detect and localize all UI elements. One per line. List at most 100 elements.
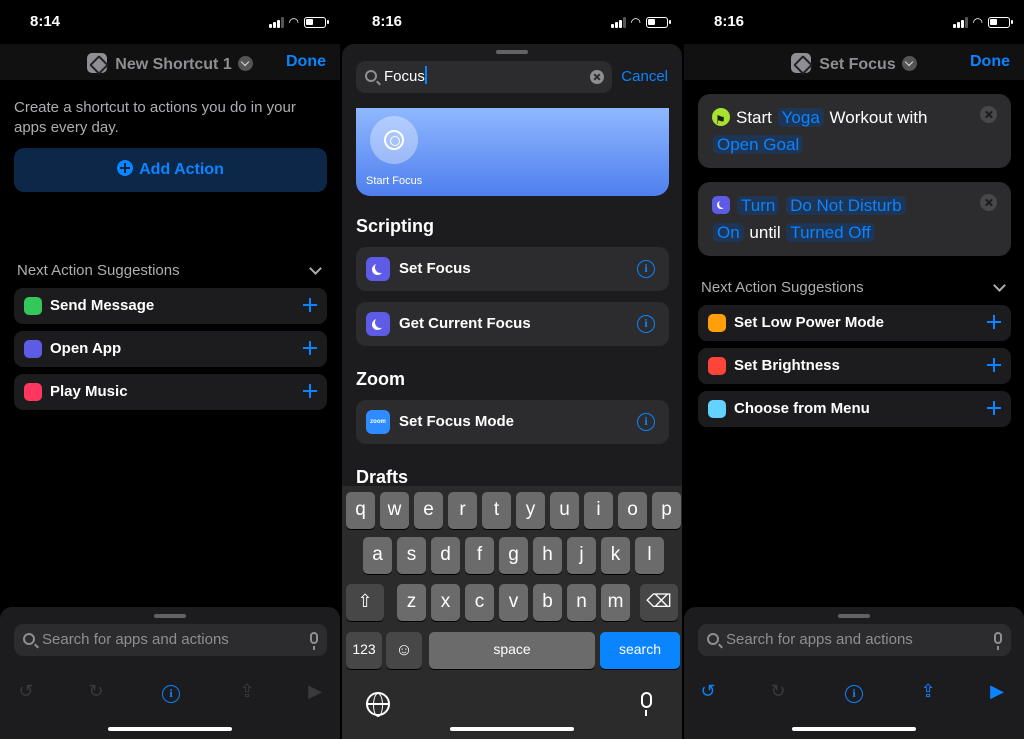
action-label: Get Current Focus [399, 315, 531, 332]
key[interactable]: z [397, 584, 426, 621]
suggestions-header[interactable]: Next Action Suggestions [17, 262, 326, 279]
key[interactable]: c [465, 584, 494, 621]
plus-icon[interactable] [987, 401, 1001, 415]
chevron-down-icon[interactable] [309, 262, 322, 275]
sheet-grabber[interactable] [154, 614, 186, 618]
key[interactable]: w [380, 492, 409, 529]
action-row[interactable]: Get Current Focus i [356, 302, 669, 346]
plus-icon[interactable] [987, 315, 1001, 329]
key[interactable]: q [346, 492, 375, 529]
key[interactable]: e [414, 492, 443, 529]
key[interactable]: b [533, 584, 562, 621]
suggestions-header[interactable]: Next Action Suggestions [701, 279, 1010, 296]
action-text: Workout with [829, 108, 928, 127]
search-key[interactable]: search [600, 632, 680, 669]
key[interactable]: v [499, 584, 528, 621]
microphone-icon[interactable] [310, 632, 318, 650]
until-token[interactable]: Turned Off [786, 223, 875, 242]
shift-key[interactable]: ⇧ [346, 584, 384, 621]
key[interactable]: x [431, 584, 460, 621]
key[interactable]: d [431, 537, 460, 574]
action-block-start-workout[interactable]: Start Yoga Workout with Open Goal [698, 94, 1011, 168]
done-button[interactable]: Done [286, 53, 326, 71]
suggestion-item[interactable]: Set Brightness [698, 348, 1011, 384]
key[interactable]: j [567, 537, 596, 574]
plus-icon[interactable] [303, 341, 317, 355]
status-bar: 8:16 ◠ [684, 0, 1024, 44]
clear-icon[interactable] [590, 70, 604, 84]
operation-token[interactable]: Turn [737, 196, 780, 215]
remove-action-icon[interactable] [980, 106, 997, 123]
start-focus-card[interactable]: Start Focus [356, 108, 669, 196]
search-input[interactable]: Focus [356, 61, 612, 93]
home-indicator[interactable] [792, 727, 916, 731]
key[interactable]: k [601, 537, 630, 574]
action-block-set-focus[interactable]: Turn Do Not Disturb On until Turned Off [698, 182, 1011, 256]
sheet-grabber[interactable] [496, 50, 528, 54]
undo-icon[interactable]: ↺ [14, 679, 38, 703]
info-icon[interactable]: i [637, 315, 655, 333]
info-icon[interactable]: i [842, 679, 866, 703]
action-row[interactable]: zoom Set Focus Mode i [356, 400, 669, 444]
space-key[interactable]: space [429, 632, 595, 669]
suggestion-item[interactable]: Choose from Menu [698, 391, 1011, 427]
suggestion-item[interactable]: Play Music [14, 374, 327, 410]
search-input[interactable]: Search for apps and actions [698, 624, 1011, 656]
chevron-down-icon[interactable] [993, 279, 1006, 292]
suggestion-label: Send Message [50, 297, 155, 314]
key[interactable]: u [550, 492, 579, 529]
run-icon[interactable]: ▶ [303, 679, 327, 703]
focus-token[interactable]: Do Not Disturb [786, 196, 906, 215]
wifi-icon: ◠ [630, 15, 641, 29]
key[interactable]: n [567, 584, 596, 621]
key[interactable]: t [482, 492, 511, 529]
key[interactable]: a [363, 537, 392, 574]
key[interactable]: r [448, 492, 477, 529]
key[interactable]: o [618, 492, 647, 529]
info-icon[interactable]: i [159, 679, 183, 703]
undo-icon[interactable]: ↺ [696, 679, 720, 703]
plus-icon[interactable] [303, 298, 317, 312]
plus-icon[interactable] [987, 358, 1001, 372]
key[interactable]: f [465, 537, 494, 574]
done-button[interactable]: Done [970, 53, 1010, 71]
key[interactable]: g [499, 537, 528, 574]
redo-icon[interactable]: ↻ [766, 679, 790, 703]
workout-type-token[interactable]: Yoga [777, 108, 824, 127]
key[interactable]: i [584, 492, 613, 529]
goal-token[interactable]: Open Goal [713, 135, 804, 154]
key[interactable]: p [652, 492, 681, 529]
run-icon[interactable]: ▶ [985, 679, 1009, 703]
share-icon[interactable]: ⇪ [916, 679, 940, 703]
home-indicator[interactable] [108, 727, 232, 731]
info-icon[interactable]: i [637, 413, 655, 431]
globe-icon[interactable] [366, 692, 390, 717]
suggestions-header-label: Next Action Suggestions [17, 262, 180, 279]
microphone-icon[interactable] [994, 632, 1002, 650]
plus-icon[interactable] [303, 384, 317, 398]
state-token[interactable]: On [713, 223, 744, 242]
backspace-key[interactable]: ⌫ [640, 584, 678, 621]
info-icon[interactable]: i [637, 260, 655, 278]
key[interactable]: h [533, 537, 562, 574]
home-indicator[interactable] [450, 727, 574, 731]
key[interactable]: s [397, 537, 426, 574]
share-icon[interactable]: ⇪ [235, 679, 259, 703]
sheet-grabber[interactable] [838, 614, 870, 618]
add-action-button[interactable]: Add Action [14, 148, 327, 192]
cancel-button[interactable]: Cancel [621, 68, 668, 85]
key[interactable]: l [635, 537, 664, 574]
intro-text: Create a shortcut to actions you do in y… [14, 99, 296, 136]
search-input[interactable]: Search for apps and actions [14, 624, 327, 656]
suggestion-item[interactable]: Send Message [14, 288, 327, 324]
suggestion-item[interactable]: Set Low Power Mode [698, 305, 1011, 341]
suggestion-item[interactable]: Open App [14, 331, 327, 367]
microphone-icon[interactable] [641, 692, 652, 716]
key[interactable]: y [516, 492, 545, 529]
numbers-key[interactable]: 123 [346, 632, 382, 669]
redo-icon[interactable]: ↻ [84, 679, 108, 703]
action-row[interactable]: Set Focus i [356, 247, 669, 291]
key[interactable]: m [601, 584, 630, 621]
remove-action-icon[interactable] [980, 194, 997, 211]
emoji-key[interactable]: ☺ [386, 632, 422, 669]
